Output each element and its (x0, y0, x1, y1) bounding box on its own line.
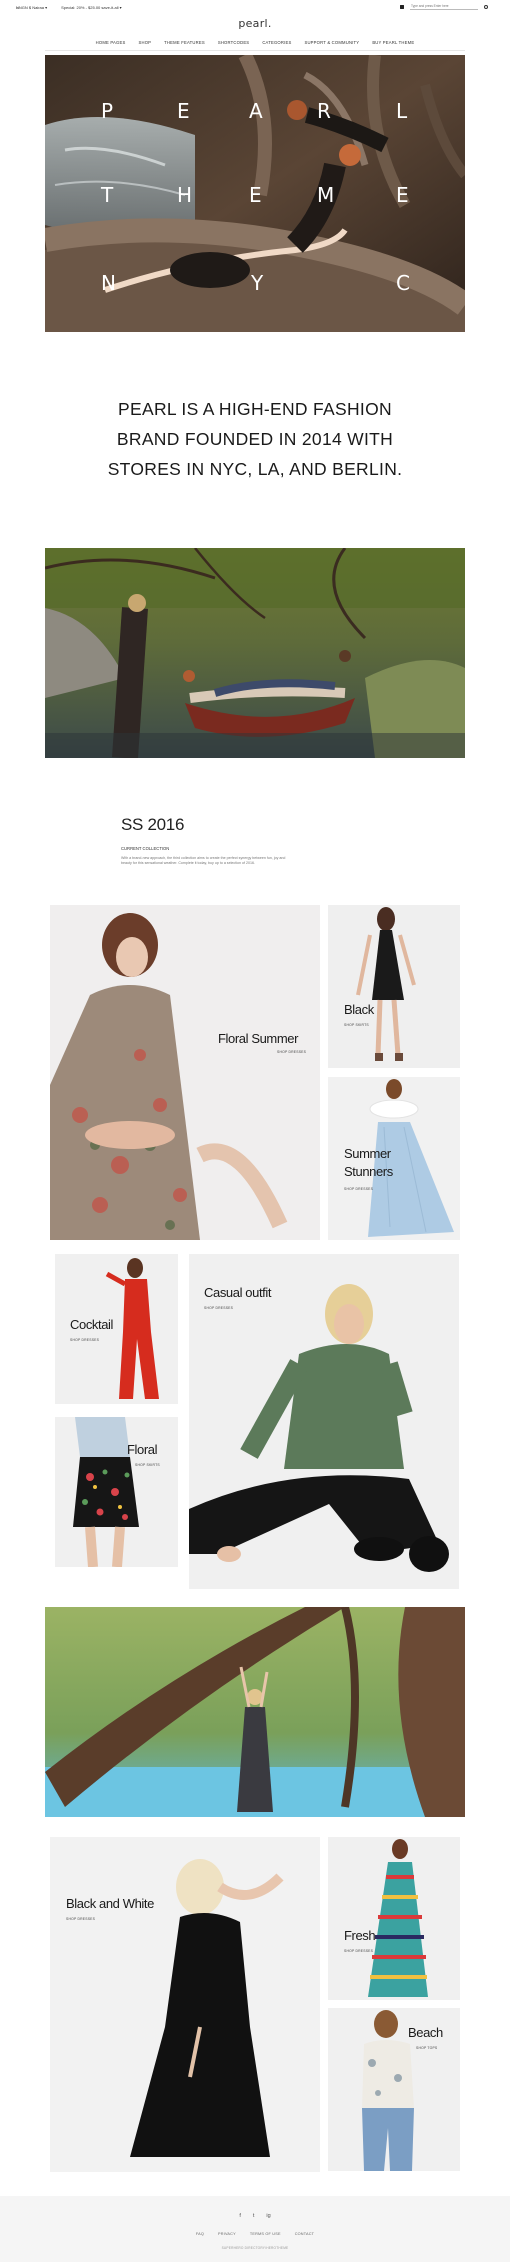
collection-title: SS 2016 (121, 815, 185, 834)
hero-letter: T (101, 183, 114, 207)
hero-letter: H (177, 183, 193, 207)
hero-letter: E (177, 99, 190, 123)
brand-intro: PEARL IS A HIGH-END FASHION BRAND FOUNDE… (75, 394, 435, 484)
floral-skirt-photo (55, 1417, 178, 1567)
card-link[interactable]: SHOP DRESSES (70, 1338, 99, 1342)
card-title: Summer Stunners (344, 1145, 393, 1180)
nav-shop[interactable]: SHOP (139, 40, 152, 45)
currency-selector[interactable]: ₦NGN $ Nairaa ▾ (16, 5, 47, 10)
nav-shortcodes[interactable]: SHORTCODES (218, 40, 249, 45)
card-black-and-white[interactable]: Black and White SHOP DRESSES (50, 1837, 320, 2172)
header-divider (45, 50, 465, 51)
hero-letter: P (101, 99, 114, 123)
card-summer-stunners[interactable]: Summer Stunners SHOP DRESSES (328, 1077, 460, 1240)
card-title: Black (344, 1002, 374, 1017)
cart-icon[interactable] (400, 4, 404, 9)
collection-subtitle: CURRENT COLLECTION (121, 846, 170, 851)
hero-letter: R (317, 99, 331, 123)
card-link[interactable]: SHOP DRESSES (277, 1050, 306, 1054)
card-link[interactable]: SHOP TOPS (416, 2046, 437, 2050)
search-icon[interactable] (484, 4, 488, 9)
hero-letter: A (249, 99, 263, 123)
intro-line: STORES IN NYC, LA, AND BERLIN. (107, 459, 403, 479)
card-link[interactable]: SHOP SKIRTS (344, 1023, 369, 1027)
card-title: Black and White (66, 1896, 154, 1911)
forest-photo (45, 1607, 465, 1817)
card-title: Casual outfit (204, 1285, 272, 1300)
collection-description: With a brand-new approach, the third col… (121, 856, 286, 866)
card-title: Floral (127, 1442, 158, 1457)
hero-letter: Y (251, 271, 264, 295)
card-floral-summer[interactable]: Floral Summer SHOP DRESSES (50, 905, 320, 1240)
intro-line: BRAND FOUNDED IN 2014 WITH (116, 429, 394, 449)
card-cocktail[interactable]: Cocktail SHOP DRESSES (55, 1254, 178, 1404)
nav-home-pages[interactable]: HOME PAGES (96, 40, 126, 45)
copyright: SUPERHERO DIRECTORY/HEROTHEME (221, 2246, 289, 2250)
black-dress-photo (328, 905, 460, 1068)
main-nav: HOME PAGES SHOP THEME FEATURES SHORTCODE… (0, 40, 510, 45)
social-links: f t ig (0, 2213, 510, 2219)
instagram-icon[interactable]: ig (266, 2213, 270, 2219)
card-casual-outfit[interactable]: Casual outfit SHOP DRESSES (189, 1254, 459, 1589)
card-fresh[interactable]: Fresh SHOP DRESSES (328, 1837, 460, 2000)
nav-support-community[interactable]: SUPPORT & COMMUNITY (304, 40, 359, 45)
intro-line: PEARL IS A HIGH-END FASHION (118, 399, 392, 419)
lake-photo (45, 548, 465, 758)
hero-letter: M (317, 183, 335, 207)
site-footer: f t ig FAQ PRIVACY TERMS OF USE CONTACT … (0, 2196, 510, 2262)
top-bar-right (400, 3, 488, 10)
card-black[interactable]: Black SHOP SKIRTS (328, 905, 460, 1068)
footer-link-contact[interactable]: CONTACT (295, 2232, 314, 2236)
twitter-icon[interactable]: t (253, 2213, 255, 2219)
casual-outfit-photo (189, 1254, 459, 1589)
hero-letters: P E A R L T H E M E N Y C (45, 55, 465, 332)
nav-categories[interactable]: CATEGORIES (262, 40, 291, 45)
hero-banner[interactable]: P E A R L T H E M E N Y C (45, 55, 465, 332)
footer-link-faq[interactable]: FAQ (196, 2232, 204, 2236)
top-bar-left: ₦NGN $ Nairaa ▾ Special: 20% - $25.00 sa… (16, 5, 122, 10)
site-logo[interactable]: pearl. (0, 17, 510, 30)
card-link[interactable]: SHOP DRESSES (66, 1917, 95, 1921)
card-title: Cocktail (70, 1317, 114, 1332)
card-link[interactable]: SHOP DRESSES (344, 1187, 373, 1191)
fresh-dress-photo (328, 1837, 460, 2000)
nav-buy-theme[interactable]: BUY PEARL THEME (372, 40, 414, 45)
top-bar: ₦NGN $ Nairaa ▾ Special: 20% - $25.00 sa… (0, 0, 510, 14)
promo-selector[interactable]: Special: 20% - $25.00 save-it-all ▾ (61, 5, 121, 10)
card-link[interactable]: SHOP DRESSES (344, 1949, 373, 1953)
card-title-line: Stunners (344, 1163, 393, 1179)
footer-link-privacy[interactable]: PRIVACY (218, 2232, 236, 2236)
hero-letter: N (101, 271, 116, 295)
card-title: Floral Summer (218, 1031, 299, 1046)
card-floral[interactable]: Floral SHOP SKIRTS (55, 1417, 178, 1567)
facebook-icon[interactable]: f (239, 2213, 241, 2219)
hero-letter: E (396, 183, 409, 207)
hero-letter: L (396, 99, 408, 123)
footer-links: FAQ PRIVACY TERMS OF USE CONTACT (0, 2232, 510, 2236)
card-link[interactable]: SHOP DRESSES (204, 1306, 233, 1310)
hero-letter: E (249, 183, 262, 207)
card-beach[interactable]: Beach SHOP TOPS (328, 2008, 460, 2171)
nav-theme-features[interactable]: THEME FEATURES (164, 40, 205, 45)
footer-link-terms[interactable]: TERMS OF USE (250, 2232, 281, 2236)
black-and-white-photo (50, 1837, 320, 2172)
hero-letter: C (396, 271, 410, 295)
card-title: Fresh (344, 1928, 376, 1943)
search-input[interactable] (410, 3, 478, 10)
card-link[interactable]: SHOP SKIRTS (135, 1463, 160, 1467)
card-title-line: Summer (344, 1146, 391, 1161)
card-title: Beach (408, 2025, 443, 2040)
floral-summer-photo (50, 905, 320, 1240)
